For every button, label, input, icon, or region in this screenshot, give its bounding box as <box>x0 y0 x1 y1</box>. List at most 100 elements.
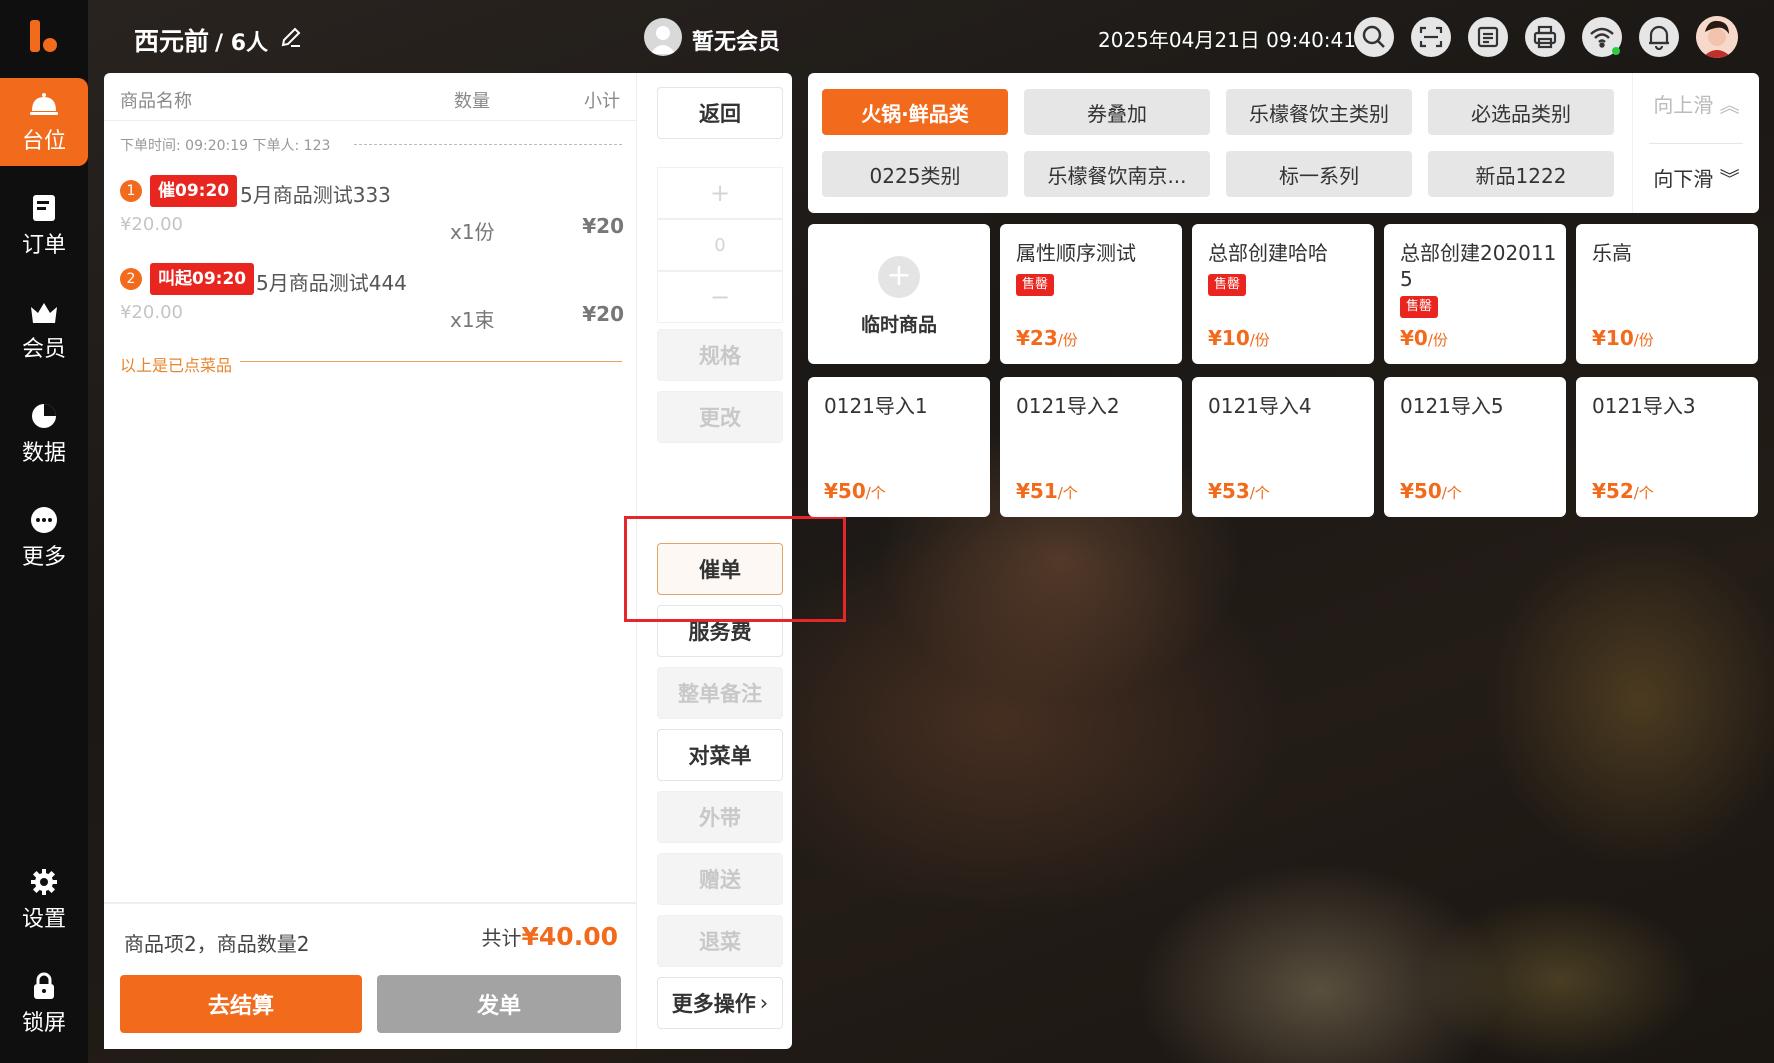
category-tab[interactable]: 乐檬餐饮南京... <box>1024 151 1210 197</box>
scroll-down-label: 向下滑 <box>1653 167 1714 191</box>
scroll-up-label: 向上滑 <box>1653 93 1714 117</box>
checkout-button[interactable]: 去结算 <box>120 975 362 1033</box>
member-status[interactable]: 暂无会员 <box>692 24 780 56</box>
category-tab[interactable]: 券叠加 <box>1024 89 1210 135</box>
dish-card[interactable]: 乐高 ¥10/份 <box>1576 224 1758 364</box>
item-price: ¥20.00 <box>120 302 183 323</box>
dish-name: 0121导入3 <box>1592 394 1696 418</box>
order-item[interactable]: 2 叫起09:20 5月商品测试444 ¥20.00 x1束 ¥20 <box>120 262 624 334</box>
dish-name: 0121导入2 <box>1016 394 1120 418</box>
divider <box>240 361 622 362</box>
send-order-button[interactable]: 发单 <box>377 975 621 1033</box>
category-tab[interactable]: 乐檬餐饮主类别 <box>1226 89 1412 135</box>
table-icon <box>29 89 59 119</box>
temp-item-card[interactable]: + 临时商品 <box>808 224 990 364</box>
check-menu-button[interactable]: 对菜单 <box>657 729 783 781</box>
order-note-button[interactable]: 整单备注 <box>657 667 783 719</box>
sidebar-item-members[interactable]: 会员 <box>0 286 88 374</box>
ordered-items-label: 以上是已点菜品 <box>120 356 233 375</box>
item-index-badge: 1 <box>120 180 142 202</box>
sidebar-item-label: 台位 <box>21 129 66 154</box>
sidebar: 台位 订单 会员 数据 更多 设置 锁屏 <box>0 0 88 1063</box>
dish-card[interactable]: 0121导入1 ¥50/个 <box>808 377 990 517</box>
back-button[interactable]: 返回 <box>657 87 783 139</box>
sidebar-item-lock[interactable]: 锁屏 <box>0 960 88 1048</box>
category-tab[interactable]: 标一系列 <box>1226 151 1412 197</box>
sidebar-item-label: 更多 <box>21 545 66 570</box>
sidebar-item-label: 会员 <box>21 337 66 362</box>
dish-card[interactable]: 0121导入2 ¥51/个 <box>1000 377 1182 517</box>
chevron-down-icon: ︾ <box>1719 167 1740 191</box>
dish-name: 属性顺序测试 <box>1016 241 1136 265</box>
price-value: ¥50 <box>824 479 866 503</box>
dish-name: 0121导入4 <box>1208 394 1312 418</box>
dish-card[interactable]: 0121导入5 ¥50/个 <box>1384 377 1566 517</box>
wifi-icon[interactable] <box>1582 17 1622 57</box>
dish-price: ¥0/份 <box>1400 326 1448 350</box>
order-footer: 商品项2，商品数量2 共计¥40.00 去结算 发单 <box>104 902 636 1049</box>
scroll-down-button[interactable]: 向下滑 ︾ <box>1633 163 1760 192</box>
member-avatar-icon[interactable] <box>644 18 682 56</box>
bell-icon[interactable] <box>1639 17 1679 57</box>
column-header-name: 商品名称 <box>120 91 192 112</box>
category-tab[interactable]: 0225类别 <box>822 151 1008 197</box>
more-actions-label: 更多操作 <box>671 992 756 1016</box>
category-tab[interactable]: 必选品类别 <box>1428 89 1614 135</box>
price-unit: /份 <box>1633 331 1654 349</box>
chevron-right-icon: › <box>759 991 769 1015</box>
receipt-icon[interactable] <box>1468 17 1508 57</box>
qty-plus-button[interactable]: + <box>657 167 783 219</box>
member-icon <box>29 297 59 327</box>
scan-icon[interactable] <box>1411 17 1451 57</box>
price-value: ¥53 <box>1208 479 1250 503</box>
printer-icon[interactable] <box>1525 17 1565 57</box>
order-item[interactable]: 1 催09:20 5月商品测试333 ¥20.00 x1份 ¥20 <box>120 174 624 246</box>
price-value: ¥51 <box>1016 479 1058 503</box>
order-icon <box>29 193 59 223</box>
scroll-up-button[interactable]: 向上滑 ︽ <box>1633 89 1760 118</box>
lock-icon <box>29 971 59 1001</box>
item-qty: x1束 <box>450 308 495 332</box>
dish-card[interactable]: 0121导入3 ¥52/个 <box>1576 377 1758 517</box>
gift-button[interactable]: 赠送 <box>657 853 783 905</box>
sidebar-item-tables[interactable]: 台位 <box>0 78 88 166</box>
search-icon[interactable] <box>1354 17 1394 57</box>
more-actions-button[interactable]: 更多操作 › <box>657 977 783 1029</box>
dish-name: 总部创建2020115 <box>1400 241 1557 291</box>
dish-card[interactable]: 总部创建哈哈 售罄 ¥10/份 <box>1192 224 1374 364</box>
chart-icon <box>29 401 59 431</box>
dish-card[interactable]: 0121导入4 ¥53/个 <box>1192 377 1374 517</box>
takeout-button[interactable]: 外带 <box>657 791 783 843</box>
price-value: ¥10 <box>1208 326 1250 350</box>
sidebar-item-label: 设置 <box>21 907 66 932</box>
wifi-status-dot <box>1612 47 1620 55</box>
edit-icon[interactable] <box>280 26 302 48</box>
item-name: 5月商品测试333 <box>240 183 391 207</box>
price-unit: /个 <box>1249 484 1270 502</box>
order-list: 商品名称 数量 小计 下单时间: 09:20:19 下单人: 123 1 催09… <box>104 73 636 1049</box>
app-logo <box>26 18 62 54</box>
order-meta: 下单时间: 09:20:19 下单人: 123 <box>120 138 331 154</box>
dish-card[interactable]: 总部创建2020115 售罄 ¥0/份 <box>1384 224 1566 364</box>
sold-out-badge: 售罄 <box>1400 296 1438 318</box>
sidebar-item-settings[interactable]: 设置 <box>0 856 88 944</box>
dish-price: ¥52/个 <box>1592 479 1654 503</box>
qty-minus-button[interactable]: − <box>657 271 783 323</box>
sidebar-item-orders[interactable]: 订单 <box>0 182 88 270</box>
dish-price: ¥53/个 <box>1208 479 1270 503</box>
dish-card[interactable]: 属性顺序测试 售罄 ¥23/份 <box>1000 224 1182 364</box>
sidebar-item-more[interactable]: 更多 <box>0 494 88 582</box>
divider <box>1649 143 1743 144</box>
dish-name: 0121导入5 <box>1400 394 1504 418</box>
category-scroll: 向上滑 ︽ 向下滑 ︾ <box>1632 73 1759 213</box>
item-subtotal: ¥20 <box>582 214 624 238</box>
category-tab[interactable]: 火锅·鲜品类 <box>822 89 1008 135</box>
item-qty: x1份 <box>450 220 495 244</box>
return-dish-button[interactable]: 退菜 <box>657 915 783 967</box>
sidebar-item-label: 订单 <box>21 233 66 258</box>
category-tab[interactable]: 新品1222 <box>1428 151 1614 197</box>
spec-button[interactable]: 规格 <box>657 329 783 381</box>
modify-button[interactable]: 更改 <box>657 391 783 443</box>
sidebar-item-data[interactable]: 数据 <box>0 390 88 478</box>
user-avatar[interactable] <box>1696 16 1738 58</box>
